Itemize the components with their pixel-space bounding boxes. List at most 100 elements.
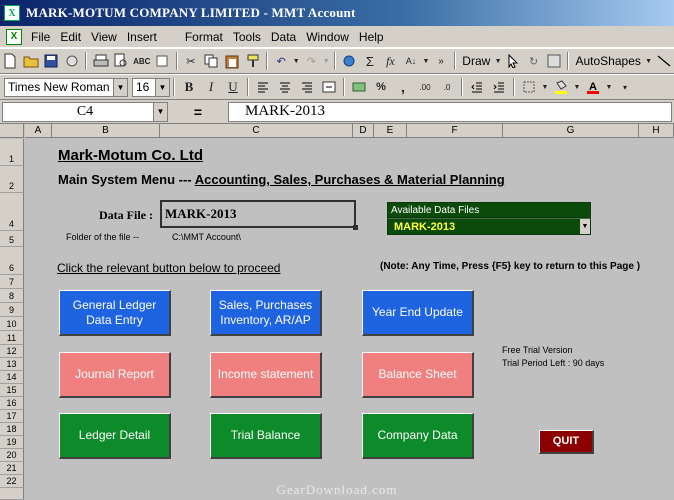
quit-button[interactable]: QUIT: [539, 430, 594, 454]
print-icon[interactable]: [91, 51, 110, 71]
menu-format[interactable]: Format: [180, 26, 228, 48]
column-header[interactable]: C: [160, 124, 353, 138]
trial-balance-button[interactable]: Trial Balance: [210, 413, 322, 459]
column-header[interactable]: B: [52, 124, 160, 138]
fill-color-icon[interactable]: [551, 77, 571, 97]
line-icon[interactable]: [654, 51, 673, 71]
align-left-icon[interactable]: [253, 77, 273, 97]
bold-icon[interactable]: B: [179, 77, 199, 97]
autosum-icon[interactable]: Σ: [361, 51, 380, 71]
column-header[interactable]: F: [407, 124, 503, 138]
format-painter-icon[interactable]: [243, 51, 262, 71]
menu-insert[interactable]: Insert: [122, 26, 162, 48]
sort-dropdown-icon[interactable]: ▼: [422, 51, 430, 71]
select-objects-icon[interactable]: [504, 51, 523, 71]
row-header[interactable]: 11: [0, 331, 24, 345]
decrease-decimal-icon[interactable]: .0: [437, 77, 457, 97]
row-header[interactable]: 9: [0, 303, 24, 317]
font-name-select[interactable]: Times New Roman ▼: [4, 77, 128, 97]
row-header[interactable]: 6: [0, 247, 24, 275]
research-icon[interactable]: [153, 51, 172, 71]
row-header[interactable]: 17: [0, 410, 24, 423]
cut-icon[interactable]: ✂: [182, 51, 201, 71]
chevron-down-icon[interactable]: ▼: [580, 219, 590, 234]
increase-indent-icon[interactable]: [489, 77, 509, 97]
formula-input[interactable]: MARK-2013: [228, 101, 672, 122]
chevron-down-icon[interactable]: ▼: [113, 78, 127, 96]
row-header[interactable]: 1: [0, 139, 24, 166]
column-header[interactable]: G: [503, 124, 639, 138]
balance-sheet-button[interactable]: Balance Sheet: [362, 352, 474, 398]
open-icon[interactable]: [22, 51, 41, 71]
select-all-corner[interactable]: [0, 124, 24, 138]
company-data-button[interactable]: Company Data: [362, 413, 474, 459]
row-header[interactable]: 18: [0, 423, 24, 436]
journal-report-button[interactable]: Journal Report: [59, 352, 171, 398]
menu-file[interactable]: File: [26, 26, 55, 48]
ledger-detail-button[interactable]: Ledger Detail: [59, 413, 171, 459]
excel-app-icon[interactable]: X: [4, 5, 20, 21]
italic-icon[interactable]: I: [201, 77, 221, 97]
workbook-icon[interactable]: X: [6, 28, 22, 45]
copy-icon[interactable]: [202, 51, 221, 71]
row-header[interactable]: 19: [0, 436, 24, 449]
row-header[interactable]: 14: [0, 371, 24, 384]
row-header[interactable]: 21: [0, 462, 24, 475]
menu-edit[interactable]: Edit: [55, 26, 86, 48]
sales-purchases-button[interactable]: Sales, Purchases Inventory, AR/AP: [210, 290, 322, 336]
row-header[interactable]: 8: [0, 289, 24, 303]
column-header[interactable]: A: [25, 124, 52, 138]
general-ledger-button[interactable]: General Ledger Data Entry: [59, 290, 171, 336]
font-color-dropdown-icon[interactable]: ▼: [605, 77, 613, 97]
row-header[interactable]: 16: [0, 397, 24, 410]
available-files-dropdown[interactable]: MARK-2013 ▼: [387, 218, 591, 235]
align-right-icon[interactable]: [297, 77, 317, 97]
row-header[interactable]: 15: [0, 384, 24, 397]
save-icon[interactable]: [42, 51, 61, 71]
row-header[interactable]: 4: [0, 193, 24, 231]
row-header[interactable]: 10: [0, 317, 24, 331]
income-statement-button[interactable]: Income statement: [210, 352, 322, 398]
autoshapes-dropdown-icon[interactable]: ▼: [645, 51, 652, 71]
row-header[interactable]: 12: [0, 345, 24, 358]
print-preview-icon[interactable]: [112, 51, 131, 71]
borders-dropdown-icon[interactable]: ▼: [541, 77, 549, 97]
toolbar-options-icon[interactable]: ▾: [615, 77, 635, 97]
draw-dropdown-icon[interactable]: ▼: [494, 51, 502, 71]
function-icon[interactable]: fx: [381, 51, 400, 71]
new-icon[interactable]: [1, 51, 20, 71]
menu-help[interactable]: Help: [354, 26, 389, 48]
font-size-select[interactable]: 16 ▼: [132, 77, 170, 97]
column-header[interactable]: H: [639, 124, 674, 138]
row-header[interactable]: 7: [0, 275, 24, 289]
rotate-icon[interactable]: ↻: [524, 51, 543, 71]
row-header[interactable]: 20: [0, 449, 24, 462]
draw-menu[interactable]: Draw: [459, 54, 493, 68]
menu-data[interactable]: Data: [266, 26, 301, 48]
increase-decimal-icon[interactable]: .00: [415, 77, 435, 97]
fill-handle[interactable]: [353, 225, 358, 230]
undo-icon[interactable]: ↶: [272, 51, 291, 71]
comma-style-icon[interactable]: ,: [393, 77, 413, 97]
chevron-down-icon[interactable]: ▼: [153, 102, 167, 121]
font-color-icon[interactable]: A: [583, 77, 603, 97]
permission-icon[interactable]: [63, 51, 82, 71]
autoshapes-menu[interactable]: AutoShapes: [572, 54, 643, 68]
window-icon[interactable]: [545, 51, 564, 71]
row-header[interactable]: 2: [0, 166, 24, 193]
row-header[interactable]: 13: [0, 358, 24, 371]
sort-ascending-icon[interactable]: A↓: [402, 51, 421, 71]
column-header[interactable]: D: [353, 124, 374, 138]
menu-window[interactable]: Window: [301, 26, 354, 48]
menu-view[interactable]: View: [86, 26, 122, 48]
undo-dropdown-icon[interactable]: ▼: [293, 51, 300, 71]
chevron-down-icon[interactable]: ▼: [155, 78, 169, 96]
borders-icon[interactable]: [519, 77, 539, 97]
worksheet[interactable]: Mark-Motum Co. Ltd Main System Menu --- …: [25, 139, 674, 500]
percent-icon[interactable]: %: [371, 77, 391, 97]
align-center-icon[interactable]: [275, 77, 295, 97]
paste-icon[interactable]: [223, 51, 242, 71]
underline-icon[interactable]: U: [223, 77, 243, 97]
name-box[interactable]: C4 ▼: [2, 101, 168, 122]
toolbar-options-icon[interactable]: »: [432, 51, 451, 71]
